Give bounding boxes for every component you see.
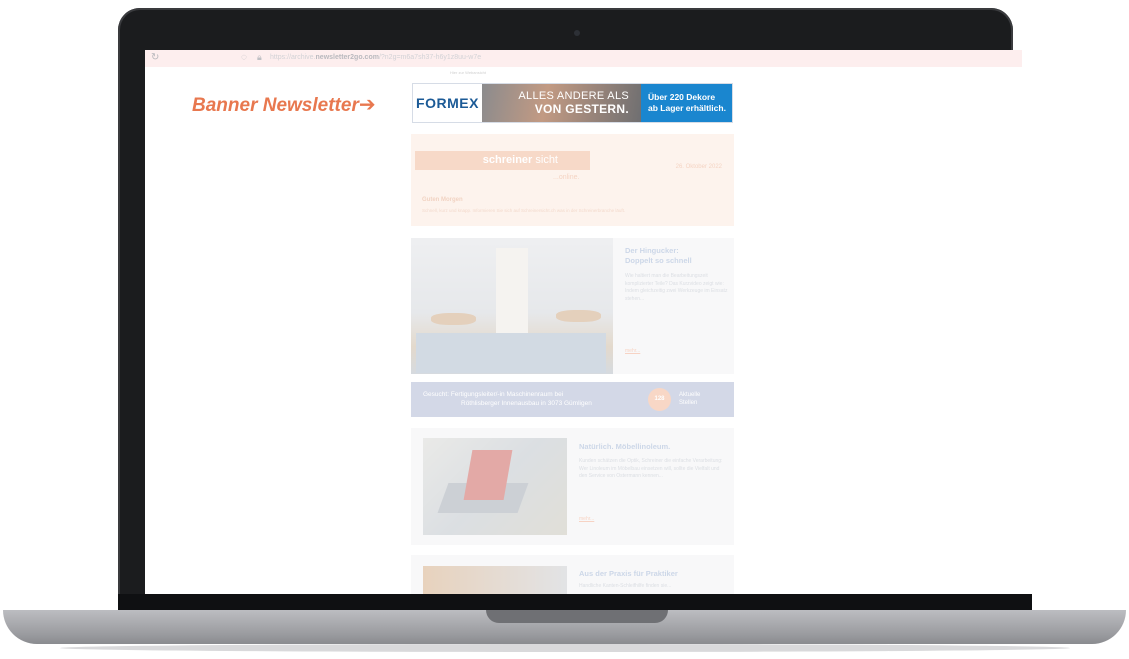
article-2-text: Kunden schätzen die Optik, Schreiner die…: [579, 458, 723, 479]
shield-icon[interactable]: ◌: [241, 52, 247, 63]
newsletter-header: schreiner sicht ...online. 26. Oktober 2…: [411, 134, 734, 226]
reload-icon[interactable]: ↻: [151, 52, 159, 63]
jobs-text[interactable]: Gesucht: Fertigungsleiter/-in Maschinenr…: [423, 390, 592, 408]
banner-headline-2: VON GESTERN.: [534, 102, 629, 116]
article-1-image[interactable]: [411, 238, 613, 374]
arrow-right-icon: ➔: [358, 94, 376, 116]
newsletter-banner-ad[interactable]: FORMEX ALLES ANDERE ALS VON GESTERN. Übe…: [412, 83, 733, 123]
banner-headline-1: ALLES ANDERE ALS: [518, 90, 629, 102]
lock-icon[interactable]: 🔒︎: [257, 52, 262, 63]
laptop-notch: [486, 610, 668, 623]
article-1-title[interactable]: Der Hingucker: Doppelt so schnell: [625, 246, 692, 266]
formex-logo: FORMEX: [413, 84, 482, 122]
browser-address-bar[interactable]: ↻ ◌ 🔒︎ https://archive.newsletter2go.com…: [145, 50, 1022, 67]
issue-date: 26. Oktober 2022: [675, 164, 722, 170]
article-2-title[interactable]: Natürlich. Möbellinoleum.: [579, 442, 670, 451]
brand-subtitle: ...online.: [553, 174, 580, 181]
jobs-label[interactable]: Aktuelle Stellen: [679, 391, 700, 407]
laptop-shadow: [60, 644, 1070, 652]
article-1-text: Wie haltiert man die Bearbeitungszeit ko…: [625, 273, 728, 302]
article-3-image[interactable]: [423, 566, 567, 594]
article-3-title[interactable]: Aus der Praxis für Praktiker: [579, 569, 678, 578]
article-1-more-link[interactable]: mehr...: [625, 348, 640, 354]
greeting: Guten Morgen: [422, 197, 463, 203]
web-view-link[interactable]: Hier zur Webansicht: [450, 70, 486, 75]
article-card-1[interactable]: Der Hingucker: Doppelt so schnell Wie ha…: [411, 238, 734, 374]
intro-text: Schnell, kurz und knapp. Informieren Sie…: [422, 208, 626, 213]
article-2-more-link[interactable]: mehr...: [579, 516, 594, 522]
article-2-image[interactable]: [423, 438, 567, 535]
brand-logo: schreiner sicht: [415, 151, 590, 170]
annotation-label: Banner Newsletter: [192, 95, 359, 116]
banner-promo-line-1: Über 220 Dekore: [648, 92, 716, 102]
jobs-count-badge[interactable]: 128: [648, 388, 671, 411]
laptop-hinge: [118, 594, 1032, 610]
article-3-text: Handliche Kanten-Schleifhilfe finden sie…: [579, 583, 672, 589]
banner-promo-line-2: ab Lager erhältlich.: [648, 103, 726, 113]
laptop-screen: ↻ ◌ 🔒︎ https://archive.newsletter2go.com…: [145, 50, 1022, 594]
banner-newsletter-annotation: Banner Newsletter➔: [192, 92, 376, 117]
banner-photo: ALLES ANDERE ALS VON GESTERN.: [482, 84, 641, 122]
article-card-2[interactable]: Natürlich. Möbellinoleum. Kunden schätze…: [411, 428, 734, 545]
article-card-3[interactable]: Aus der Praxis für Praktiker Handliche K…: [411, 555, 734, 594]
url-text[interactable]: https://archive.newsletter2go.com/?n2g=m…: [270, 54, 481, 61]
camera-dot: [574, 30, 580, 36]
jobs-banner[interactable]: Gesucht: Fertigungsleiter/-in Maschinenr…: [411, 382, 734, 417]
banner-promo: Über 220 Dekore ab Lager erhältlich.: [641, 84, 732, 122]
